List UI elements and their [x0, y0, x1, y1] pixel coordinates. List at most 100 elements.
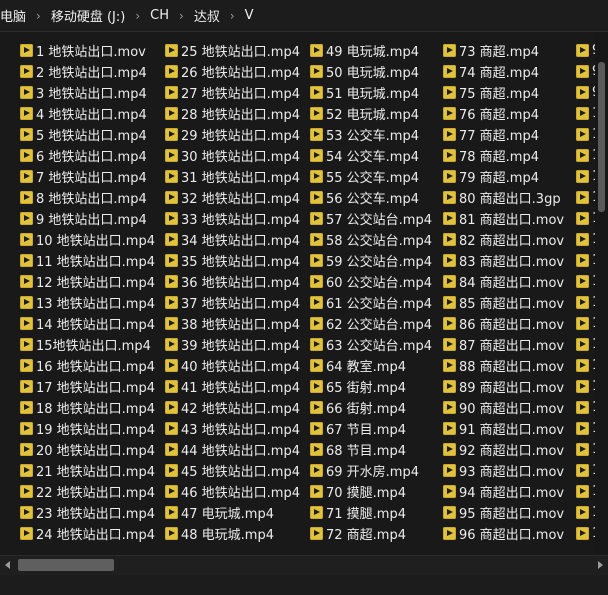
file-item[interactable]: 80 商超出口.3gp	[443, 187, 561, 208]
file-item[interactable]: 36 地铁站出口.mp4	[165, 271, 300, 292]
file-item[interactable]: 50 电玩城.mp4	[310, 61, 419, 82]
file-item[interactable]: 73 商超.mp4	[443, 40, 539, 61]
file-item[interactable]: 9 地铁站出口.mp4	[20, 208, 147, 229]
file-item[interactable]: 35 地铁站出口.mp4	[165, 250, 300, 271]
file-item[interactable]: 86 商超出口.mov	[443, 313, 564, 334]
file-item[interactable]: 14 地铁站出口.mp4	[20, 313, 155, 334]
file-item[interactable]: 67 节目.mp4	[310, 418, 406, 439]
file-item[interactable]: 46 地铁站出口.mp4	[165, 481, 300, 502]
file-item[interactable]: 10 地铁站出口.mp4	[20, 229, 155, 250]
file-item[interactable]: 6 地铁站出口.mp4	[20, 145, 147, 166]
file-item[interactable]: 77 商超.mp4	[443, 124, 539, 145]
file-item[interactable]: 47 电玩城.mp4	[165, 502, 274, 523]
vertical-scrollbar-thumb[interactable]	[598, 62, 605, 212]
file-item[interactable]: 59 公交站台.mp4	[310, 250, 432, 271]
file-item[interactable]: 83 商超出口.mov	[443, 250, 564, 271]
file-item[interactable]: 37 地铁站出口.mp4	[165, 292, 300, 313]
file-item[interactable]: 16 地铁站出口.mp4	[20, 355, 155, 376]
file-item[interactable]: 18 地铁站出口.mp4	[20, 397, 155, 418]
breadcrumb-item[interactable]: CH	[146, 8, 173, 23]
file-item[interactable]: 61 公交站台.mp4	[310, 292, 432, 313]
file-item[interactable]: 5 地铁站出口.mp4	[20, 124, 147, 145]
file-item[interactable]: 4 地铁站出口.mp4	[20, 103, 147, 124]
file-item[interactable]: 76 商超.mp4	[443, 103, 539, 124]
file-item[interactable]: 48 电玩城.mp4	[165, 523, 274, 544]
file-item[interactable]: 31 地铁站出口.mp4	[165, 166, 300, 187]
file-item[interactable]: 84 商超出口.mov	[443, 271, 564, 292]
file-item[interactable]: 45 地铁站出口.mp4	[165, 460, 300, 481]
file-item[interactable]: 55 公交车.mp4	[310, 166, 419, 187]
file-item[interactable]: 60 公交站台.mp4	[310, 271, 432, 292]
file-item[interactable]: 81 商超出口.mov	[443, 208, 564, 229]
file-item[interactable]: 89 商超出口.mov	[443, 376, 564, 397]
file-item[interactable]: 21 地铁站出口.mp4	[20, 460, 155, 481]
file-item[interactable]: 71 摸腿.mp4	[310, 502, 406, 523]
file-item[interactable]: 43 地铁站出口.mp4	[165, 418, 300, 439]
address-breadcrumb[interactable]: 电脑 › 移动硬盘 (J:) › CH › 达叔 › V	[0, 0, 608, 32]
file-item[interactable]: 70 摸腿.mp4	[310, 481, 406, 502]
file-item[interactable]: 32 地铁站出口.mp4	[165, 187, 300, 208]
breadcrumb-item[interactable]: V	[241, 8, 258, 23]
file-item[interactable]: 22 地铁站出口.mp4	[20, 481, 155, 502]
file-item[interactable]: 94 商超出口.mov	[443, 481, 564, 502]
file-item[interactable]: 23 地铁站出口.mp4	[20, 502, 155, 523]
breadcrumb-item[interactable]: 电脑	[0, 6, 30, 25]
file-item[interactable]: 11 地铁站出口.mp4	[20, 250, 155, 271]
file-item[interactable]: 26 地铁站出口.mp4	[165, 61, 300, 82]
chevron-right-icon[interactable]: ›	[173, 9, 190, 23]
horizontal-scrollbar[interactable]	[0, 555, 608, 575]
file-item[interactable]: 53 公交车.mp4	[310, 124, 419, 145]
file-item[interactable]: 74 商超.mp4	[443, 61, 539, 82]
file-item[interactable]: 75 商超.mp4	[443, 82, 539, 103]
file-item[interactable]: 85 商超出口.mov	[443, 292, 564, 313]
breadcrumb-item[interactable]: 移动硬盘 (J:)	[47, 6, 130, 25]
file-item[interactable]: 56 公交车.mp4	[310, 187, 419, 208]
file-item[interactable]: 44 地铁站出口.mp4	[165, 439, 300, 460]
file-item[interactable]: 13 地铁站出口.mp4	[20, 292, 155, 313]
file-item[interactable]: 40 地铁站出口.mp4	[165, 355, 300, 376]
file-item[interactable]: 82 商超出口.mov	[443, 229, 564, 250]
file-item[interactable]: 79 商超.mp4	[443, 166, 539, 187]
scroll-right-arrow-icon[interactable]	[598, 561, 603, 569]
file-item[interactable]: 15地铁站出口.mp4	[20, 334, 151, 355]
file-item[interactable]: 41 地铁站出口.mp4	[165, 376, 300, 397]
chevron-right-icon[interactable]: ›	[129, 9, 146, 23]
file-item[interactable]: 27 地铁站出口.mp4	[165, 82, 300, 103]
file-item[interactable]: 12 地铁站出口.mp4	[20, 271, 155, 292]
file-item[interactable]: 87 商超出口.mov	[443, 334, 564, 355]
file-item[interactable]: 69 开水房.mp4	[310, 460, 419, 481]
file-item[interactable]: 3 地铁站出口.mp4	[20, 82, 147, 103]
file-item[interactable]: 52 电玩城.mp4	[310, 103, 419, 124]
file-item[interactable]: 95 商超出口.mov	[443, 502, 564, 523]
file-item[interactable]: 58 公交站台.mp4	[310, 229, 432, 250]
file-item[interactable]: 66 街射.mp4	[310, 397, 406, 418]
horizontal-scrollbar-thumb[interactable]	[18, 559, 114, 571]
file-item[interactable]: 34 地铁站出口.mp4	[165, 229, 300, 250]
file-item[interactable]: 68 节目.mp4	[310, 439, 406, 460]
scroll-left-arrow-icon[interactable]	[5, 561, 10, 569]
file-item[interactable]: 49 电玩城.mp4	[310, 40, 419, 61]
file-item[interactable]: 17 地铁站出口.mp4	[20, 376, 155, 397]
file-item[interactable]: 90 商超出口.mov	[443, 397, 564, 418]
file-item[interactable]: 38 地铁站出口.mp4	[165, 313, 300, 334]
file-item[interactable]: 93 商超出口.mov	[443, 460, 564, 481]
file-item[interactable]: 20 地铁站出口.mp4	[20, 439, 155, 460]
file-item[interactable]: 88 商超出口.mov	[443, 355, 564, 376]
file-item[interactable]: 96 商超出口.mov	[443, 523, 564, 544]
file-item[interactable]: 39 地铁站出口.mp4	[165, 334, 300, 355]
chevron-right-icon[interactable]: ›	[224, 9, 241, 23]
file-item[interactable]: 42 地铁站出口.mp4	[165, 397, 300, 418]
file-item[interactable]: 63 公交站台.mp4	[310, 334, 432, 355]
file-item[interactable]: 8 地铁站出口.mp4	[20, 187, 147, 208]
vertical-scrollbar[interactable]	[595, 32, 608, 554]
file-item[interactable]: 62 公交站台.mp4	[310, 313, 432, 334]
file-item[interactable]: 65 街射.mp4	[310, 376, 406, 397]
file-item[interactable]: 2 地铁站出口.mp4	[20, 61, 147, 82]
file-item[interactable]: 57 公交站台.mp4	[310, 208, 432, 229]
file-item[interactable]: 24 地铁站出口.mp4	[20, 523, 155, 544]
file-item[interactable]: 54 公交车.mp4	[310, 145, 419, 166]
file-item[interactable]: 7 地铁站出口.mp4	[20, 166, 147, 187]
chevron-right-icon[interactable]: ›	[30, 9, 47, 23]
file-item[interactable]: 92 商超出口.mov	[443, 439, 564, 460]
breadcrumb-item[interactable]: 达叔	[190, 6, 224, 25]
